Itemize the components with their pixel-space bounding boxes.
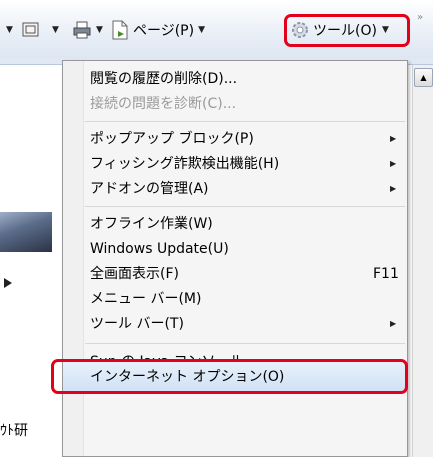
- menu-item-delete-history[interactable]: 閲覧の履歴の削除(D)...: [90, 67, 390, 91]
- page-dropdown-icon: ▼: [198, 25, 206, 35]
- submenu-arrow-icon: ▶: [390, 184, 397, 193]
- print-dropdown-icon[interactable]: ▼: [96, 18, 103, 42]
- scroll-up-button[interactable]: ▲: [414, 68, 433, 87]
- submenu-arrow-icon: ▶: [390, 319, 397, 328]
- tools-highlight-frame: [284, 14, 410, 47]
- arrow-right-icon: [4, 278, 12, 288]
- chevron-more-icon[interactable]: »: [417, 12, 423, 23]
- dropdown-arrow-icon[interactable]: ▼: [6, 18, 13, 42]
- menu-item-full-screen[interactable]: 全画面表示(F): [90, 262, 390, 286]
- menu-item-popup-blocker[interactable]: ポップアップ ブロック(P): [90, 127, 390, 151]
- menu-item-internet-options[interactable]: インターネット オプション(O): [90, 365, 390, 389]
- menu-item-toolbars[interactable]: ツール バー(T): [90, 312, 390, 336]
- page-image: [0, 212, 52, 252]
- menu-item-phishing-filter[interactable]: フィッシング詐欺検出機能(H): [90, 152, 390, 176]
- menu-separator: [85, 206, 405, 207]
- feeds-button[interactable]: [22, 18, 40, 42]
- print-button[interactable]: [72, 18, 92, 42]
- submenu-arrow-icon: ▶: [390, 134, 397, 143]
- menu-item-menu-bar[interactable]: メニュー バー(M): [90, 287, 390, 311]
- page-cut-text: ｳﾄ研: [0, 423, 28, 439]
- menu-item-work-offline[interactable]: オフライン作業(W): [90, 212, 390, 236]
- menu-separator: [85, 343, 405, 344]
- feeds-icon: [22, 22, 39, 37]
- arrow-up-icon: ▲: [420, 73, 427, 82]
- menu-item-diagnose-connection: 接続の問題を診断(C)...: [90, 96, 237, 112]
- vertical-scrollbar[interactable]: ▲: [412, 65, 433, 457]
- menu-item-windows-update[interactable]: Windows Update(U): [90, 237, 390, 261]
- page-icon: [112, 20, 128, 40]
- web-page-area: ｳﾄ研: [0, 65, 52, 457]
- tools-dropdown-menu: 閲覧の履歴の削除(D)... 接続の問題を診断(C)... ポップアップ ブロッ…: [62, 60, 408, 457]
- full-screen-shortcut: F11: [373, 266, 399, 282]
- page-menu-button[interactable]: ページ(P) ▼: [110, 18, 205, 42]
- feeds-dropdown-icon[interactable]: ▼: [52, 18, 59, 42]
- menu-icon-gutter: [63, 61, 84, 456]
- submenu-arrow-icon: ▶: [390, 159, 397, 168]
- menu-separator: [85, 121, 405, 122]
- printer-icon: [73, 21, 91, 39]
- command-bar: ▼ ▼ ▼ ページ(P) ▼ ツール(O) ▼ »: [0, 0, 433, 58]
- page-menu-label: ページ(P): [133, 23, 195, 39]
- menu-item-manage-addons[interactable]: アドオンの管理(A): [90, 177, 390, 201]
